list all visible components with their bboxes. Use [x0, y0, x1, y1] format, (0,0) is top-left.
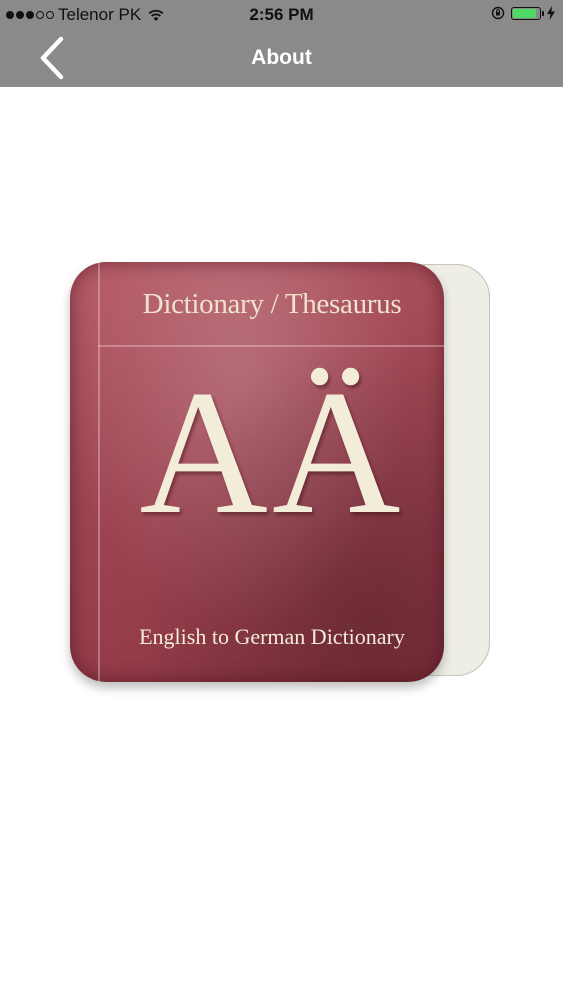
status-right	[491, 6, 555, 20]
signal-dot	[6, 11, 14, 19]
charging-bolt-icon	[547, 6, 555, 20]
cover-footer-text: English to German Dictionary	[139, 624, 405, 649]
status-left: Telenor PK	[6, 5, 165, 25]
battery-icon	[511, 6, 544, 20]
carrier-name: Telenor PK	[58, 5, 142, 24]
app-logo: Dictionary / Thesaurus AÄ English to Ger…	[70, 258, 496, 688]
page-title: About	[251, 46, 312, 69]
signal-dot	[46, 11, 54, 19]
signal-dot	[36, 11, 44, 19]
divider-line	[98, 345, 444, 347]
book-cover: Dictionary / Thesaurus AÄ English to Ger…	[70, 262, 444, 682]
cover-letters: AÄ	[139, 353, 405, 551]
orientation-lock-icon	[491, 6, 505, 20]
navigation-bar: About	[0, 30, 563, 87]
status-bar: Telenor PK 2:56 PM	[0, 0, 563, 30]
wifi-icon	[148, 9, 164, 21]
battery-fill	[513, 8, 537, 18]
battery-tip	[542, 10, 544, 16]
signal-dot	[26, 11, 34, 19]
cover-header-text: Dictionary / Thesaurus	[142, 288, 402, 320]
signal-strength-icon	[6, 11, 54, 19]
signal-dot	[16, 11, 24, 19]
